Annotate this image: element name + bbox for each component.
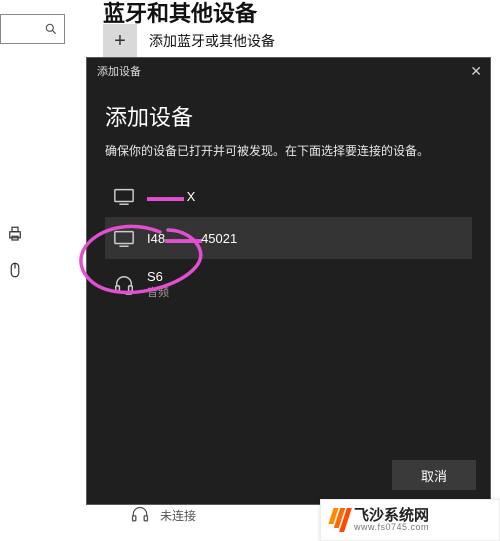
watermark-logo-icon bbox=[331, 508, 348, 532]
sidebar-icons bbox=[0, 225, 24, 279]
device-name: I48▬▬▬45021 bbox=[147, 231, 237, 246]
printer-icon[interactable] bbox=[6, 225, 24, 243]
device-status-label: 未连接 bbox=[160, 507, 196, 524]
dialog-heading: 添加设备 bbox=[105, 100, 472, 132]
device-item[interactable]: I48▬▬▬45021 bbox=[105, 217, 472, 259]
dialog-title: 添加设备 bbox=[97, 63, 141, 79]
add-device-label: 添加蓝牙或其他设备 bbox=[149, 31, 275, 51]
redaction-mark: ▬▬▬ bbox=[147, 189, 183, 204]
device-subtype: 音频 bbox=[147, 284, 169, 300]
redaction-mark: ▬▬▬ bbox=[165, 231, 201, 246]
search-input[interactable] bbox=[0, 14, 65, 44]
headset-icon bbox=[130, 505, 150, 525]
add-device-button[interactable]: + bbox=[103, 24, 137, 58]
watermark-title: 飞沙系统网 bbox=[354, 508, 429, 523]
mouse-icon[interactable] bbox=[6, 261, 24, 279]
watermark-url: www.fs0745.com bbox=[354, 523, 429, 532]
dialog-subtext: 确保你的设备已打开并可被发现。在下面选择要连接的设备。 bbox=[105, 142, 472, 159]
device-name: ▬▬▬ X bbox=[147, 189, 195, 204]
display-icon bbox=[113, 185, 135, 207]
watermark: 飞沙系统网 www.fs0745.com bbox=[320, 499, 500, 541]
headset-icon bbox=[113, 274, 135, 296]
device-name: S6 bbox=[147, 269, 169, 284]
device-item[interactable]: ▬▬▬ X bbox=[105, 175, 472, 217]
search-icon bbox=[44, 22, 58, 36]
device-item[interactable]: S6 音频 bbox=[105, 259, 472, 310]
add-device-dialog: 添加设备 ✕ 添加设备 确保你的设备已打开并可被发现。在下面选择要连接的设备。 … bbox=[86, 57, 491, 505]
device-row-disconnected[interactable]: 未连接 bbox=[130, 505, 196, 525]
close-icon[interactable]: ✕ bbox=[470, 63, 482, 80]
device-list: ▬▬▬ X I48▬▬▬45021 S6 bbox=[105, 175, 472, 310]
display-icon bbox=[113, 227, 135, 249]
cancel-button[interactable]: 取消 bbox=[392, 460, 476, 490]
